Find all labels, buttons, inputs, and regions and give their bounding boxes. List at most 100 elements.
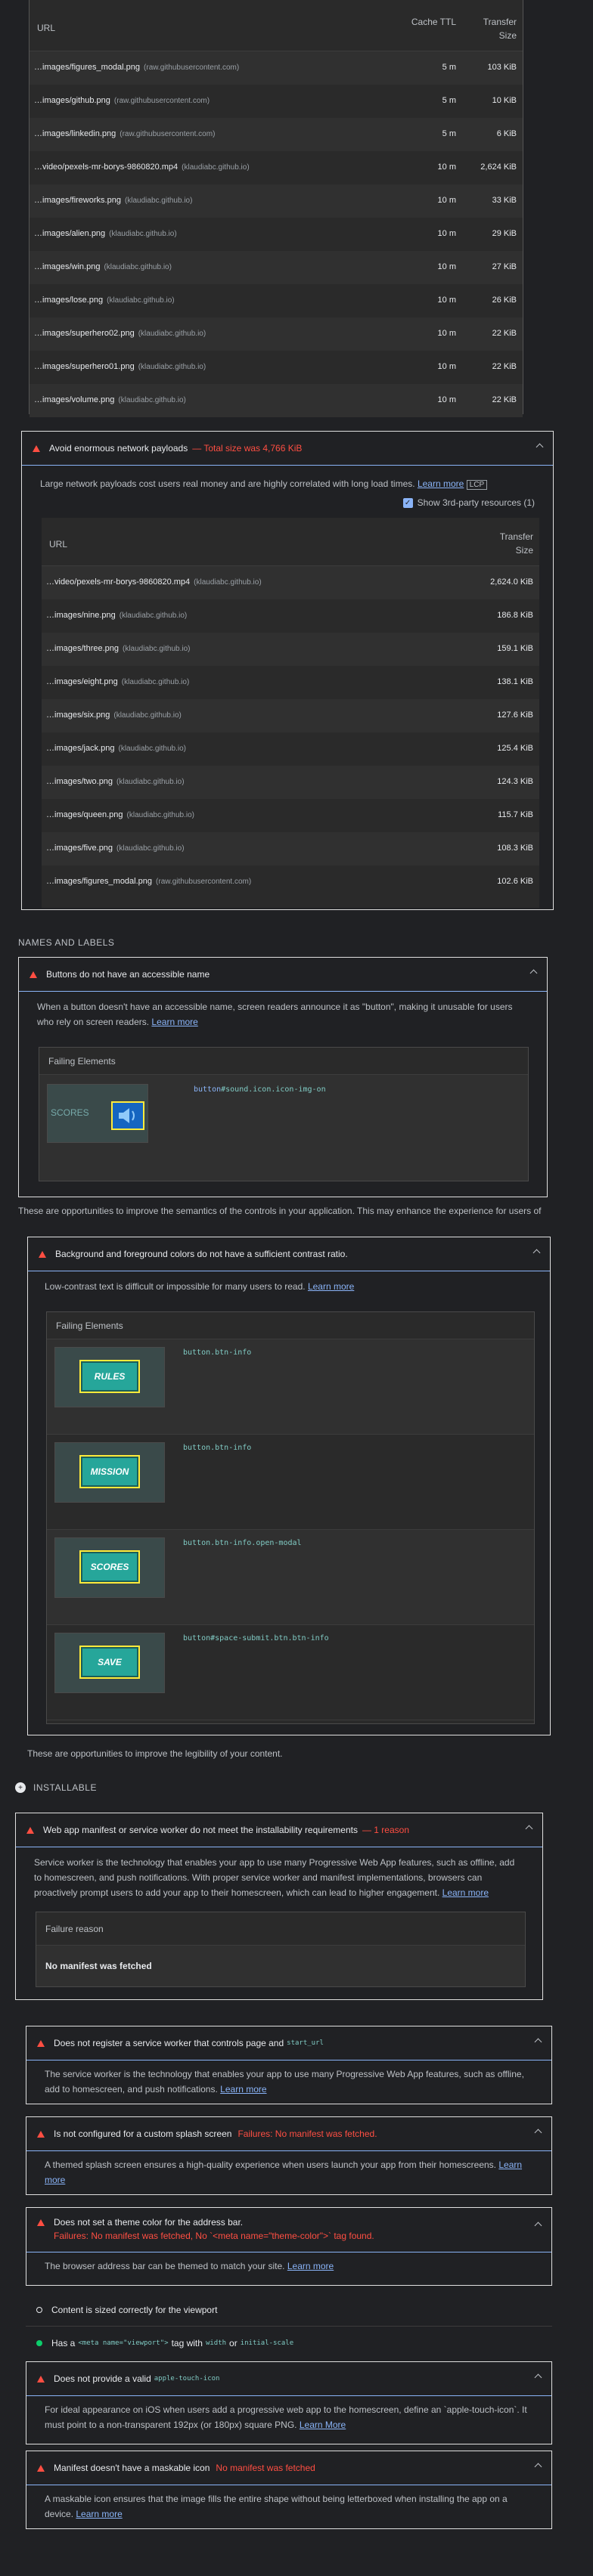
chevron-up-icon[interactable] <box>534 2373 542 2382</box>
resource-url[interactable]: …images/queen.png (klaudiabc.github.io) <box>46 810 194 819</box>
resource-url[interactable]: …images/alien.png (klaudiabc.github.io) <box>34 229 177 238</box>
learn-more-link[interactable]: Learn more <box>220 2084 266 2095</box>
table-header: URL Cache TTL Transfer Size <box>29 0 523 51</box>
chevron-up-icon[interactable] <box>534 2463 542 2471</box>
fail-icon <box>26 1826 34 1834</box>
chevron-up-icon[interactable] <box>529 969 538 977</box>
checkbox-icon[interactable]: ✓ <box>402 497 413 508</box>
resource-url[interactable]: …images/win.png (klaudiabc.github.io) <box>34 262 172 271</box>
transfer-size: 10 KiB <box>492 96 517 105</box>
fail-icon <box>37 2130 45 2138</box>
failing-elements-table: Failing Elements RULES button.btn-info MIS… <box>46 1311 535 1724</box>
resource-url[interactable]: …video/pexels-mr-borys-9860820.mp4 (klaud… <box>34 163 250 172</box>
chevron-up-icon[interactable] <box>525 1825 533 1833</box>
resource-url[interactable]: …images/two.png (klaudiabc.github.io) <box>46 777 185 786</box>
pwa-icon: + <box>15 1782 26 1793</box>
failing-row: RULES button.btn-info <box>47 1339 534 1435</box>
cache-ttl: 5 m <box>442 129 456 138</box>
audit-header[interactable]: Background and foreground colors do not … <box>28 1237 550 1271</box>
button-preview: SCORES <box>81 1552 138 1582</box>
resource-url[interactable]: …images/jack.png (klaudiabc.github.io) <box>46 744 186 753</box>
cache-ttl: 10 m <box>437 262 456 271</box>
table-row: …images/github.png (raw.githubusercontent… <box>29 85 523 118</box>
resource-url[interactable]: …images/eight.png (klaudiabc.github.io) <box>46 677 189 686</box>
cache-ttl: 5 m <box>442 96 456 105</box>
cache-ttl: 10 m <box>437 196 456 205</box>
failing-header: Failing Elements <box>39 1048 528 1075</box>
audit-summary: — Total size was 4,766 KiB <box>192 443 303 454</box>
resource-url[interactable]: …images/linkedin.png (raw.githubuserconte… <box>34 129 215 138</box>
resource-url[interactable]: …images/five.png (klaudiabc.github.io) <box>46 844 185 853</box>
audit-title: Manifest doesn't have a maskable icon <box>54 2463 210 2473</box>
third-party-toggle[interactable]: ✓ Show 3rd-party resources (1) <box>40 497 535 508</box>
audit-header[interactable]: Is not configured for a custom splash sc… <box>26 2117 551 2150</box>
audit-header[interactable]: Does not provide a valid apple-touch-ico… <box>26 2362 551 2395</box>
audit-description: When a button doesn't have an accessible… <box>37 1002 513 1027</box>
resource-url[interactable]: …images/github.png (raw.githubusercontent… <box>34 96 210 105</box>
audit-failure: Failures: No manifest was fetched, No `<… <box>54 2231 374 2241</box>
audit-description: The browser address bar can be themed to… <box>45 2261 334 2271</box>
resource-url[interactable]: …images/figures_modal.png (raw.githubuser… <box>34 63 239 72</box>
audit-title: Does not provide a valid <box>54 2373 151 2384</box>
chevron-up-icon[interactable] <box>532 1249 541 1257</box>
table-row: …images/two.png (klaudiabc.github.io) 124.… <box>42 766 539 799</box>
failing-row: SCORES button#sound.icon.icon-img-on <box>39 1075 528 1181</box>
fail-icon <box>37 2218 45 2226</box>
audit-description: The service worker is the technology tha… <box>45 2069 524 2095</box>
resource-url[interactable]: …images/superhero02.png (klaudiabc.github… <box>34 329 206 338</box>
info-circle-icon <box>36 2306 42 2313</box>
button-name-audit: Buttons do not have an accessible name W… <box>18 957 548 1197</box>
fail-icon <box>37 2039 45 2047</box>
learn-more-link[interactable]: Learn more <box>287 2261 334 2271</box>
learn-more-link[interactable]: Learn more <box>418 478 464 489</box>
fail-icon <box>37 2464 45 2472</box>
chevron-up-icon[interactable] <box>534 2038 542 2046</box>
cache-ttl: 10 m <box>437 296 456 305</box>
table-row: …images/six.png (klaudiabc.github.io) 127.… <box>42 699 539 732</box>
table-row: …images/eight.png (klaudiabc.github.io) 13… <box>42 666 539 699</box>
learn-more-link[interactable]: Learn more <box>76 2509 122 2519</box>
audit-header[interactable]: Does not register a service worker that … <box>26 2026 551 2060</box>
resource-url[interactable]: …images/three.png (klaudiabc.github.io) <box>46 644 191 653</box>
col-transfer-size: Transfer Size <box>483 17 517 41</box>
pass-icon <box>36 2340 42 2346</box>
transfer-size: 27 KiB <box>492 262 517 271</box>
learn-more-link[interactable]: Learn More <box>300 2420 346 2430</box>
resource-url[interactable]: …images/six.png (klaudiabc.github.io) <box>46 711 182 720</box>
payload-table: URL Transfer Size …video/pexels-mr-borys… <box>42 518 539 908</box>
audit-header[interactable]: Does not set a theme color for the addre… <box>26 2208 551 2252</box>
failing-row: SAVE button#space-submit.btn.btn-info <box>47 1625 534 1720</box>
table-row: …images/three.png (klaudiabc.github.io) 15… <box>42 633 539 666</box>
learn-more-link[interactable]: Learn more <box>442 1887 489 1898</box>
resource-url[interactable]: …images/figures_modal.png (raw.githubuser… <box>46 877 251 886</box>
button-preview: MISSION <box>81 1457 138 1487</box>
learn-more-link[interactable]: Learn more <box>308 1281 354 1292</box>
meta-viewport-audit[interactable]: Has a <meta name="viewport"> tag with wi… <box>26 2327 552 2360</box>
audit-header[interactable]: Buttons do not have an accessible name <box>19 958 547 991</box>
audit-summary: — 1 reason <box>362 1825 410 1835</box>
audit-header[interactable]: Avoid enormous network payloads — Total … <box>22 432 553 465</box>
learn-more-link[interactable]: Learn more <box>151 1017 197 1027</box>
theme-color-audit: Does not set a theme color for the addre… <box>26 2207 552 2286</box>
resource-url[interactable]: …video/pexels-mr-borys-9860820.mp4 (klaud… <box>46 577 262 587</box>
audit-description: Low-contrast text is difficult or imposs… <box>45 1281 355 1292</box>
resource-url[interactable]: …images/volume.png (klaudiabc.github.io) <box>34 395 186 404</box>
table-row: …images/figures_modal.png (raw.githubuser… <box>29 51 523 85</box>
table-row: …images/win.png (klaudiabc.github.io) 10 m… <box>29 251 523 284</box>
section-heading-installable: + INSTALLABLE <box>15 1782 97 1793</box>
audit-header[interactable]: Manifest doesn't have a maskable icon No… <box>26 2451 551 2485</box>
audit-header[interactable]: Web app manifest or service worker do no… <box>16 1813 542 1847</box>
element-selector: button.btn-info <box>183 1348 252 1357</box>
table-row: …images/lose.png (klaudiabc.github.io) 10 … <box>29 284 523 317</box>
button-preview: RULES <box>81 1361 138 1392</box>
viewport-audit[interactable]: Content is sized correctly for the viewp… <box>26 2293 552 2327</box>
resource-url[interactable]: …images/nine.png (klaudiabc.github.io) <box>46 611 187 620</box>
resource-url[interactable]: …images/fireworks.png (klaudiabc.github.i… <box>34 196 192 205</box>
table-row: …images/volume.png (klaudiabc.github.io) 1… <box>29 384 523 417</box>
resource-url[interactable]: …images/lose.png (klaudiabc.github.io) <box>34 296 175 305</box>
chevron-up-icon[interactable] <box>534 2129 542 2137</box>
chevron-up-icon[interactable] <box>536 443 544 451</box>
resource-url[interactable]: …images/superhero01.png (klaudiabc.github… <box>34 362 206 371</box>
element-selector: button#sound.icon.icon-img-on <box>194 1085 326 1094</box>
lcp-badge: LCP <box>466 480 488 490</box>
